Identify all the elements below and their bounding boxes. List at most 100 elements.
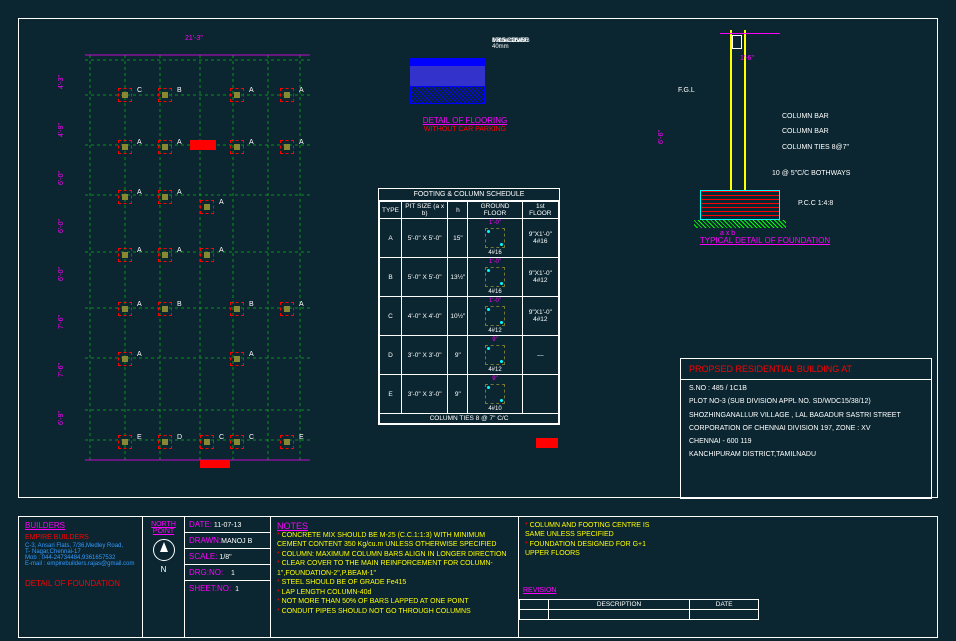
dim-side-0: 4'-3" <box>58 75 65 89</box>
column-A: A <box>230 352 244 366</box>
footing-block <box>700 190 780 220</box>
north-label: NORTH POINT <box>145 521 182 535</box>
sheet-value: 1 <box>235 586 239 593</box>
schedule-row: C4'-0" X 4'-0"10½"1'-0"4#129"X1'-0" 4#12 <box>380 297 559 336</box>
schedule-row: B5'-0" X 5'-0"13½"1'-0"4#169"X1'-0" 4#12 <box>380 258 559 297</box>
column-A: A <box>158 190 172 204</box>
column-A: A <box>230 140 244 154</box>
column-layout-plan: CBAAAAAAAAAAAAABBAAAEDCCE4'-3"4'-9"6'-0"… <box>70 40 325 485</box>
column-A: A <box>280 88 294 102</box>
sheet-label: SHEET:NO: <box>189 584 231 593</box>
dim-side-3: 6'-0" <box>58 219 65 233</box>
drawn-label: DRAWN: <box>189 536 221 545</box>
title-header: PROPSED RESIDENTIAL BUILDING AT <box>681 359 931 380</box>
schedule-table: TYPEPIT SIZE (a x b)hGROUND FLOOR1st FLO… <box>379 201 559 424</box>
schedule-row: A5'-0" X 5'-0"15"1'-0"4#169"X1'-0" 4#16 <box>380 219 559 258</box>
scale-value: 1/8" <box>219 554 231 561</box>
floor-layer-hatch <box>410 86 485 104</box>
column-A: A <box>118 302 132 316</box>
schedule-footnote: COLUMN TIES 8 @ 7" C/C <box>380 414 559 424</box>
side-notes-list: * COLUMN AND FOOTING CENTRE IS SAME UNLE… <box>525 521 668 559</box>
builders-name: EMPIRE BUILDERS <box>25 534 136 541</box>
col-left <box>730 30 732 190</box>
dim-side-2: 6'-0" <box>58 171 65 185</box>
column-A: A <box>280 302 294 316</box>
column-C: C <box>200 435 214 449</box>
dim-top-line <box>720 33 780 34</box>
plan-svg <box>70 40 325 485</box>
dim-side-7: 6'-9" <box>58 411 65 425</box>
column-C: C <box>230 435 244 449</box>
anno-colbar2: COLUMN BAR <box>782 128 829 135</box>
anno-rebar: 10 @ 5"C/C BOTHWAYS <box>772 170 850 177</box>
drawn-value: MANOJ B <box>221 538 252 545</box>
column-B: B <box>158 302 172 316</box>
column-B: B <box>230 302 244 316</box>
dim-side-1: 4'-9" <box>58 123 65 137</box>
floor-label-3: M-15 COVER <box>492 38 529 44</box>
column-A: A <box>118 248 132 262</box>
column-A: A <box>118 352 132 366</box>
foundation-title: TYPICAL DETAIL OF FOUNDATION <box>680 236 850 245</box>
drawing-title: DETAIL OF FOUNDATION <box>25 579 136 588</box>
anno-width: 1'-6" <box>740 55 754 62</box>
anno-ties: COLUMN TIES 8@7" <box>782 144 849 151</box>
column-A: A <box>118 140 132 154</box>
drg-label: DRG:NO: <box>189 568 223 577</box>
footing-column-schedule: FOOTING & COLUMN SCHEDULE TYPEPIT SIZE (… <box>378 188 560 425</box>
notes-section: NOTES * CONCRETE MIX SHOULD BE M-25 (C.C… <box>271 517 519 637</box>
north-arrow-icon <box>153 539 175 561</box>
column-A: A <box>158 248 172 262</box>
column-E: E <box>118 435 132 449</box>
scale-label: SCALE: <box>189 552 217 561</box>
notes-title: NOTES <box>277 521 512 531</box>
column-D: D <box>158 435 172 449</box>
dim-side-4: 6'-0" <box>58 267 65 281</box>
col-right <box>744 30 746 190</box>
builders-email: E-mail : empirebuilders.rajas@gmail.com <box>25 561 136 567</box>
drg-value: 1 <box>231 570 235 577</box>
north-n: N <box>145 565 182 574</box>
bottom-frame: BUILDERS EMPIRE BUILDERS C-3, Ansari Fla… <box>18 516 938 638</box>
column-A: A <box>118 190 132 204</box>
dim-top: 21'-3" <box>185 35 203 42</box>
col-tie-mark <box>732 35 742 49</box>
schedule-row: E3'-0" X 3'-0"9"9"4#10 <box>380 375 559 414</box>
column-C: C <box>118 88 132 102</box>
anno-fgl: F.G.L <box>678 87 695 94</box>
dim-side-5: 7'-6" <box>58 315 65 329</box>
flooring-title: DETAIL OF FLOORING <box>395 116 535 125</box>
red-marker-1 <box>190 140 216 150</box>
anno-depth: 6'-6" <box>658 130 665 144</box>
pcc-layer <box>694 220 786 228</box>
anno-pcc: P.C.C 1:4:8 <box>798 200 833 207</box>
floor-layer-mid <box>410 66 485 86</box>
revision-table: DESCRIPTIONDATE <box>519 599 759 620</box>
date-value: 11-07-13 <box>214 522 242 529</box>
column-A: A <box>280 140 294 154</box>
column-E: E <box>280 435 294 449</box>
dim-side-6: 7'-6" <box>58 363 65 377</box>
north-section: NORTH POINT N <box>143 517 185 637</box>
builders-section: BUILDERS EMPIRE BUILDERS C-3, Ansari Fla… <box>19 517 143 637</box>
red-marker-2 <box>200 460 230 468</box>
foundation-detail: COLUMN BAR COLUMN BAR COLUMN TIES 8@7" 1… <box>660 30 870 245</box>
title-block: PROPSED RESIDENTIAL BUILDING AT S.NO : 4… <box>680 358 932 499</box>
column-B: B <box>158 88 172 102</box>
column-A: A <box>200 200 214 214</box>
column-A: A <box>230 88 244 102</box>
notes-list: * CONCRETE MIX SHOULD BE M-25 (C.C.1:1:3… <box>277 531 512 616</box>
floor-layer-top <box>410 58 485 66</box>
builders-title: BUILDERS <box>25 521 136 530</box>
flooring-subtitle: WITHOUT CAR PARKING <box>395 126 535 133</box>
red-marker-3 <box>536 438 558 448</box>
column-A: A <box>200 248 214 262</box>
anno-colbar1: COLUMN BAR <box>782 113 829 120</box>
side-notes-section: * COLUMN AND FOOTING CENTRE IS SAME UNLE… <box>519 517 674 637</box>
column-A: A <box>158 140 172 154</box>
title-info: S.NO : 485 / 1C1BPLOT NO-3 (SUB DIVISION… <box>681 380 931 464</box>
date-label: DATE: <box>189 520 212 529</box>
schedule-title: FOOTING & COLUMN SCHEDULE <box>379 189 559 201</box>
revision-title: REVISION <box>523 587 556 594</box>
schedule-row: D3'-0" X 3'-0"9"9"4#12— <box>380 336 559 375</box>
